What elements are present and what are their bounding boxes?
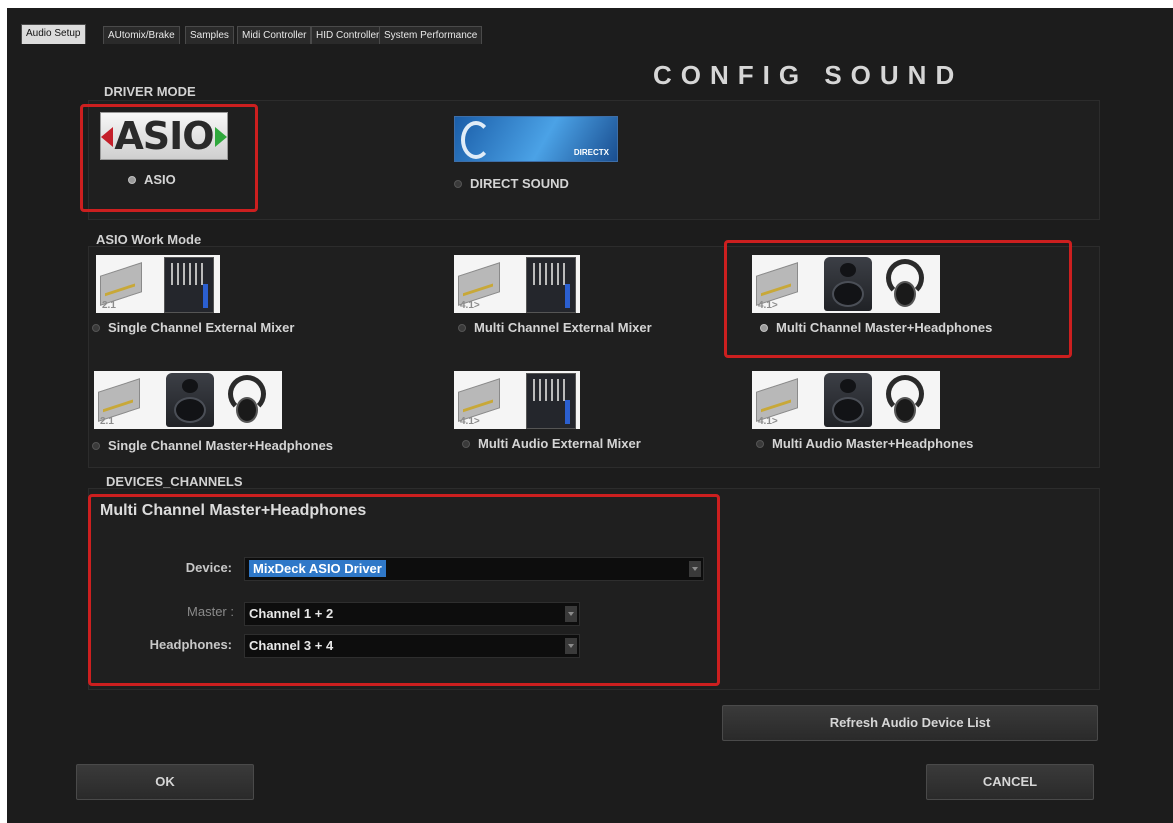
radio-direct-sound[interactable]: DIRECT SOUND: [454, 176, 569, 191]
mode-thumb-multi-audio-master-headphones[interactable]: 4.1>: [752, 371, 940, 429]
thumb-channel-label: 2.1: [102, 300, 116, 311]
headphones-icon: [226, 375, 272, 425]
speaker-icon: [166, 373, 214, 427]
tab-audio-setup[interactable]: Audio Setup: [21, 24, 86, 44]
mixer-icon: [526, 257, 576, 313]
tab-system-performance[interactable]: System Performance: [379, 26, 483, 44]
tab-hid-controller[interactable]: HID Controller: [311, 26, 385, 44]
thumb-channel-label: 2.1: [100, 416, 114, 427]
mode-label: Single Channel External Mixer: [108, 320, 295, 335]
refresh-audio-device-list-button[interactable]: Refresh Audio Device List: [722, 705, 1098, 741]
radio-single-channel-external-mixer[interactable]: Single Channel External Mixer: [92, 320, 294, 335]
directx-logo-text: DIRECTX: [573, 148, 609, 157]
mixer-icon: [164, 257, 214, 313]
mode-thumb-multi-external-mixer[interactable]: 4.1>: [454, 255, 580, 313]
tab-automix-brake[interactable]: AUtomix/Brake: [103, 26, 180, 44]
mode-thumb-single-master-headphones[interactable]: 2.1: [94, 371, 282, 429]
radio-multi-audio-external-mixer[interactable]: Multi Audio External Mixer: [462, 436, 641, 451]
tab-samples[interactable]: Samples: [185, 26, 234, 44]
thumb-channel-label: 4.1>: [758, 416, 778, 427]
tab-midi-controller[interactable]: Midi Controller: [237, 26, 312, 44]
highlight-asio: [80, 104, 258, 212]
radio-dot-icon: [454, 179, 462, 188]
directx-logo[interactable]: DIRECTX: [454, 116, 618, 162]
radio-dot-icon: [458, 323, 466, 332]
radio-single-channel-master-headphones[interactable]: Single Channel Master+Headphones: [92, 438, 333, 453]
radio-dot-icon: [756, 439, 764, 448]
thumb-channel-label: 4.1>: [460, 416, 480, 427]
cancel-button[interactable]: CANCEL: [926, 764, 1094, 800]
mixer-icon: [526, 373, 576, 429]
radio-multi-channel-external-mixer[interactable]: Multi Channel External Mixer: [458, 320, 652, 335]
devices-channels-label: DEVICES_CHANNELS: [106, 474, 243, 489]
asio-work-mode-label: ASIO Work Mode: [96, 232, 202, 247]
mode-thumb-multi-audio-external-mixer[interactable]: 4.1>: [454, 371, 580, 429]
page-title: CONFIG SOUND: [653, 60, 964, 90]
highlight-devices-channels: [88, 494, 720, 686]
mode-thumb-single-external-mixer[interactable]: 2.1: [96, 255, 220, 313]
mode-label: Multi Audio External Mixer: [478, 436, 641, 451]
mode-label: Multi Audio Master+Headphones: [772, 436, 974, 451]
mode-label: Single Channel Master+Headphones: [108, 438, 334, 453]
driver-mode-label: DRIVER MODE: [104, 84, 196, 99]
radio-dot-icon: [92, 323, 100, 332]
thumb-channel-label: 4.1>: [460, 300, 480, 311]
mode-label: Multi Channel External Mixer: [474, 320, 652, 335]
highlight-multi-master-headphones: [724, 240, 1072, 358]
speaker-icon: [824, 373, 872, 427]
radio-multi-audio-master-headphones[interactable]: Multi Audio Master+Headphones: [756, 436, 973, 451]
radio-direct-sound-label: DIRECT SOUND: [470, 176, 569, 191]
radio-dot-icon: [462, 439, 470, 448]
ok-button[interactable]: OK: [76, 764, 254, 800]
radio-dot-icon: [92, 441, 100, 450]
directx-swirl-icon: [461, 121, 491, 159]
headphones-icon: [884, 375, 930, 425]
tab-bar: Audio Setup AUtomix/Brake Samples Midi C…: [7, 22, 1173, 46]
